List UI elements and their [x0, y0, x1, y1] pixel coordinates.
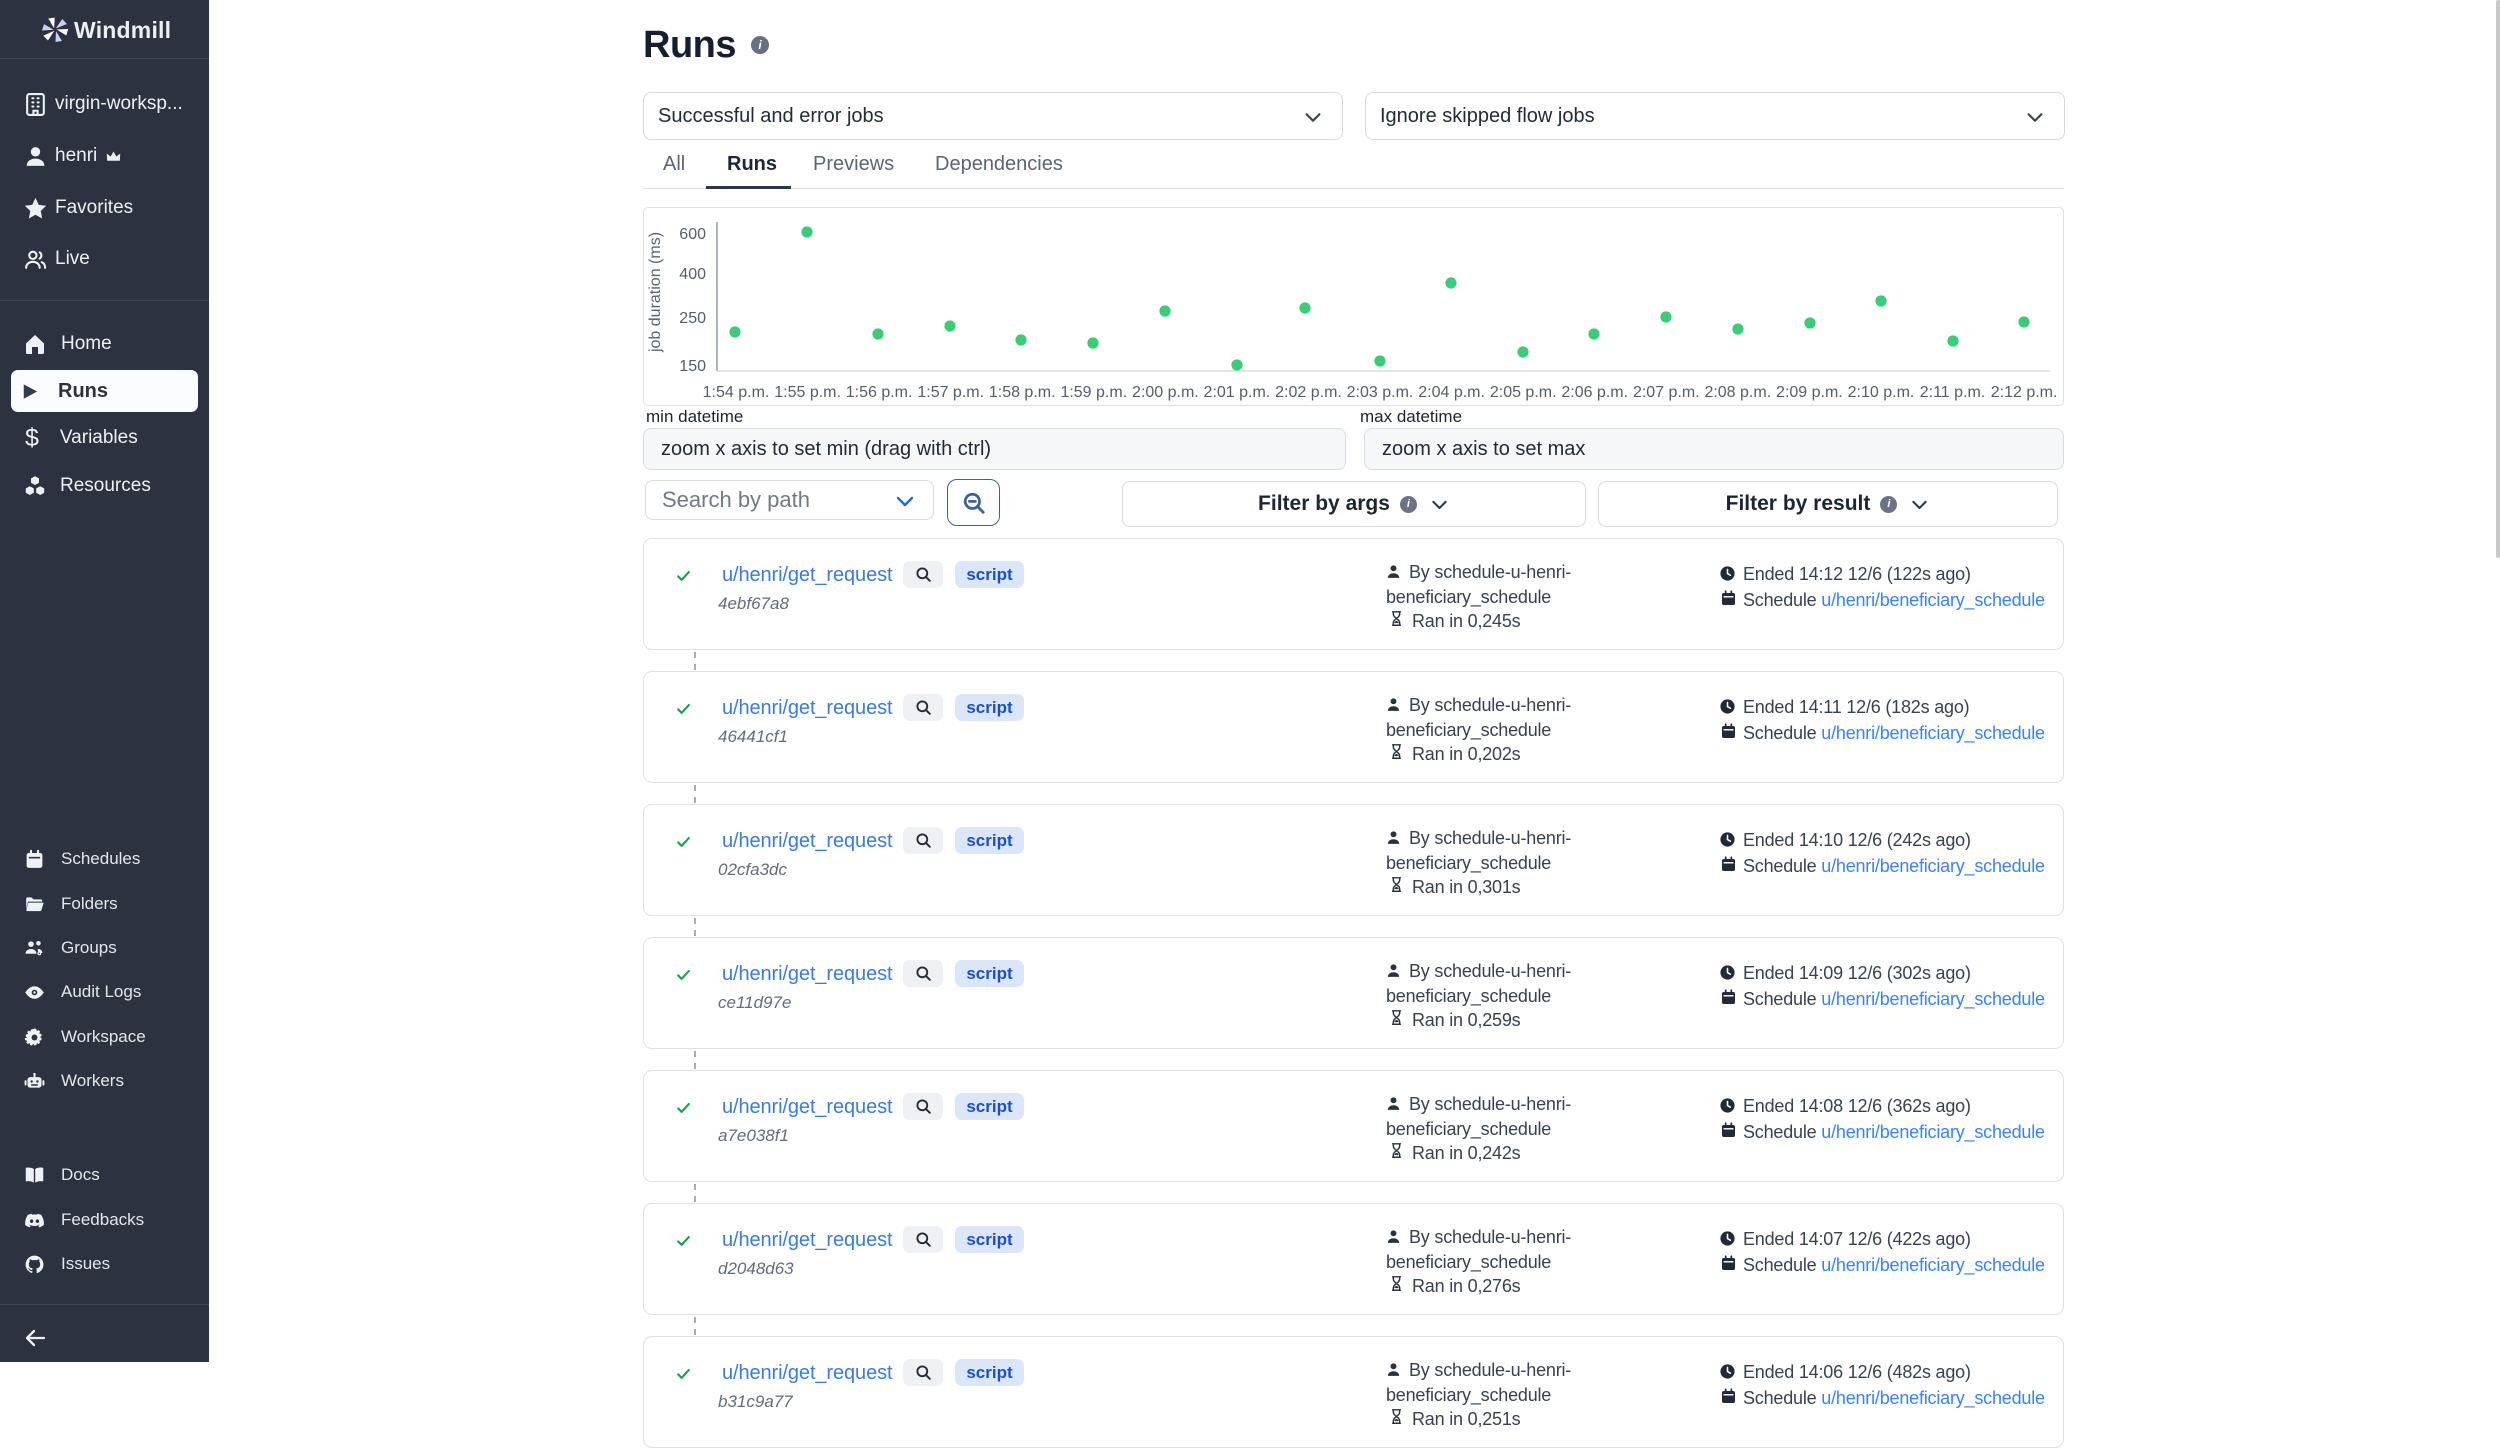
svg-text:2:01 p.m.: 2:01 p.m. [1204, 384, 1271, 401]
svg-text:2:12 p.m.: 2:12 p.m. [1991, 384, 2058, 401]
svg-text:150: 150 [679, 358, 706, 375]
svg-text:1:55 p.m.: 1:55 p.m. [774, 384, 841, 401]
svg-text:2:07 p.m.: 2:07 p.m. [1633, 384, 1700, 401]
svg-text:2:10 p.m.: 2:10 p.m. [1848, 384, 1915, 401]
svg-text:1:58 p.m.: 1:58 p.m. [989, 384, 1056, 401]
svg-text:250: 250 [679, 310, 706, 327]
svg-text:2:05 p.m.: 2:05 p.m. [1490, 384, 1557, 401]
svg-text:job duration (ms): job duration (ms) [647, 232, 664, 353]
svg-text:2:06 p.m.: 2:06 p.m. [1561, 384, 1628, 401]
svg-text:1:57 p.m.: 1:57 p.m. [917, 384, 984, 401]
svg-text:1:54 p.m.: 1:54 p.m. [703, 384, 770, 401]
svg-text:2:04 p.m.: 2:04 p.m. [1418, 384, 1485, 401]
svg-text:2:03 p.m.: 2:03 p.m. [1347, 384, 1414, 401]
svg-text:2:09 p.m.: 2:09 p.m. [1776, 384, 1843, 401]
svg-text:600: 600 [679, 226, 706, 243]
svg-text:2:02 p.m.: 2:02 p.m. [1275, 384, 1342, 401]
svg-text:2:00 p.m.: 2:00 p.m. [1132, 384, 1199, 401]
svg-text:400: 400 [679, 266, 706, 283]
svg-text:2:11 p.m.: 2:11 p.m. [1920, 384, 1986, 401]
svg-text:1:59 p.m.: 1:59 p.m. [1060, 384, 1127, 401]
svg-text:1:56 p.m.: 1:56 p.m. [846, 384, 913, 401]
svg-text:2:08 p.m.: 2:08 p.m. [1704, 384, 1771, 401]
